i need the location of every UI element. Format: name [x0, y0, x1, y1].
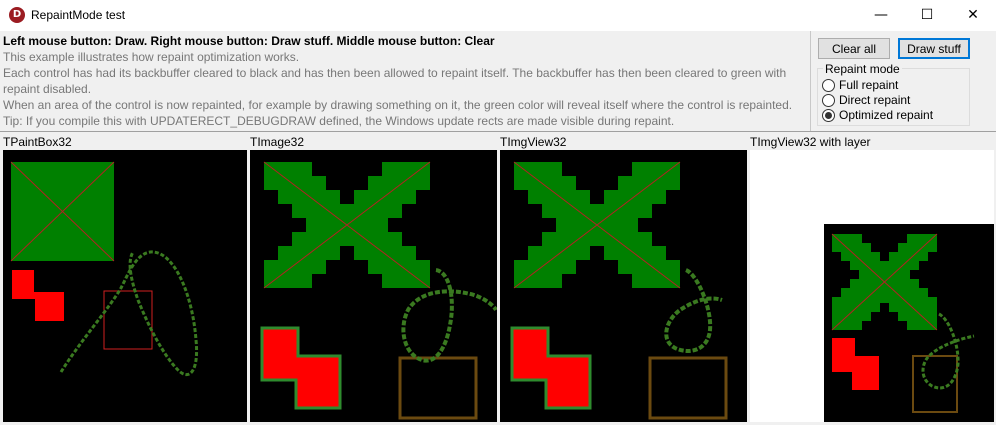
red-shape: [260, 326, 342, 410]
horizontal-divider: [0, 131, 996, 132]
outline-rect: [912, 355, 958, 413]
radio-circle: [822, 79, 835, 92]
panel-label-imgview-layer: TImgView32 with layer: [750, 135, 871, 149]
imgview32-drawing: [510, 161, 728, 420]
image32-canvas[interactable]: [250, 150, 497, 422]
paintbox-canvas[interactable]: [3, 150, 247, 422]
red-shape: [12, 270, 64, 321]
minimize-icon: —: [874, 7, 888, 23]
maximize-button[interactable]: ☐: [904, 0, 950, 31]
info-line: Each control has had its backbuffer clea…: [3, 66, 787, 80]
minimize-button[interactable]: —: [858, 0, 904, 31]
window-title: RepaintMode test: [31, 8, 126, 22]
close-button[interactable]: ✕: [950, 0, 996, 31]
radio-selected-dot: [825, 112, 832, 119]
paintbox-drawing: [10, 161, 199, 377]
outline-rect: [398, 356, 478, 420]
radio-label: Direct repaint: [839, 93, 911, 107]
panel-label-imgview: TImgView32: [500, 135, 567, 149]
info-line: This example illustrates how repaint opt…: [3, 50, 300, 64]
image32-drawing: [260, 161, 497, 420]
info-line: repaint disabled.: [3, 82, 92, 96]
radio-label: Optimized repaint: [839, 108, 934, 122]
imgview32-canvas[interactable]: [500, 150, 747, 422]
freehand-stroke: [59, 250, 199, 377]
update-rect: [103, 290, 153, 350]
repaint-mode-title: Repaint mode: [823, 62, 902, 76]
panel-label-image: TImage32: [250, 135, 305, 149]
radio-label: Full repaint: [839, 78, 899, 92]
vertical-divider: [810, 31, 811, 131]
info-line: When an area of the control is now repai…: [3, 98, 793, 112]
imgview-layer-canvas[interactable]: [824, 224, 994, 422]
app-icon: D: [9, 7, 25, 23]
outline-rect: [648, 356, 728, 420]
title-bar: D RepaintMode test — ☐ ✕: [0, 0, 996, 31]
info-line: Tip: If you compile this with UPDATERECT…: [3, 114, 675, 128]
red-shape: [832, 338, 879, 390]
panel-label-paintbox: TPaintBox32: [3, 135, 72, 149]
imgview-layer-drawing: [831, 233, 975, 413]
close-icon: ✕: [967, 7, 979, 23]
red-shape: [510, 326, 592, 410]
maximize-icon: ☐: [920, 7, 934, 23]
info-text: Left mouse button: Draw. Right mouse but…: [3, 33, 803, 129]
radio-circle: [822, 94, 835, 107]
clear-all-button[interactable]: Clear all: [818, 38, 890, 59]
draw-stuff-button[interactable]: Draw stuff: [898, 38, 970, 59]
info-heading: Left mouse button: Draw. Right mouse but…: [3, 34, 495, 48]
